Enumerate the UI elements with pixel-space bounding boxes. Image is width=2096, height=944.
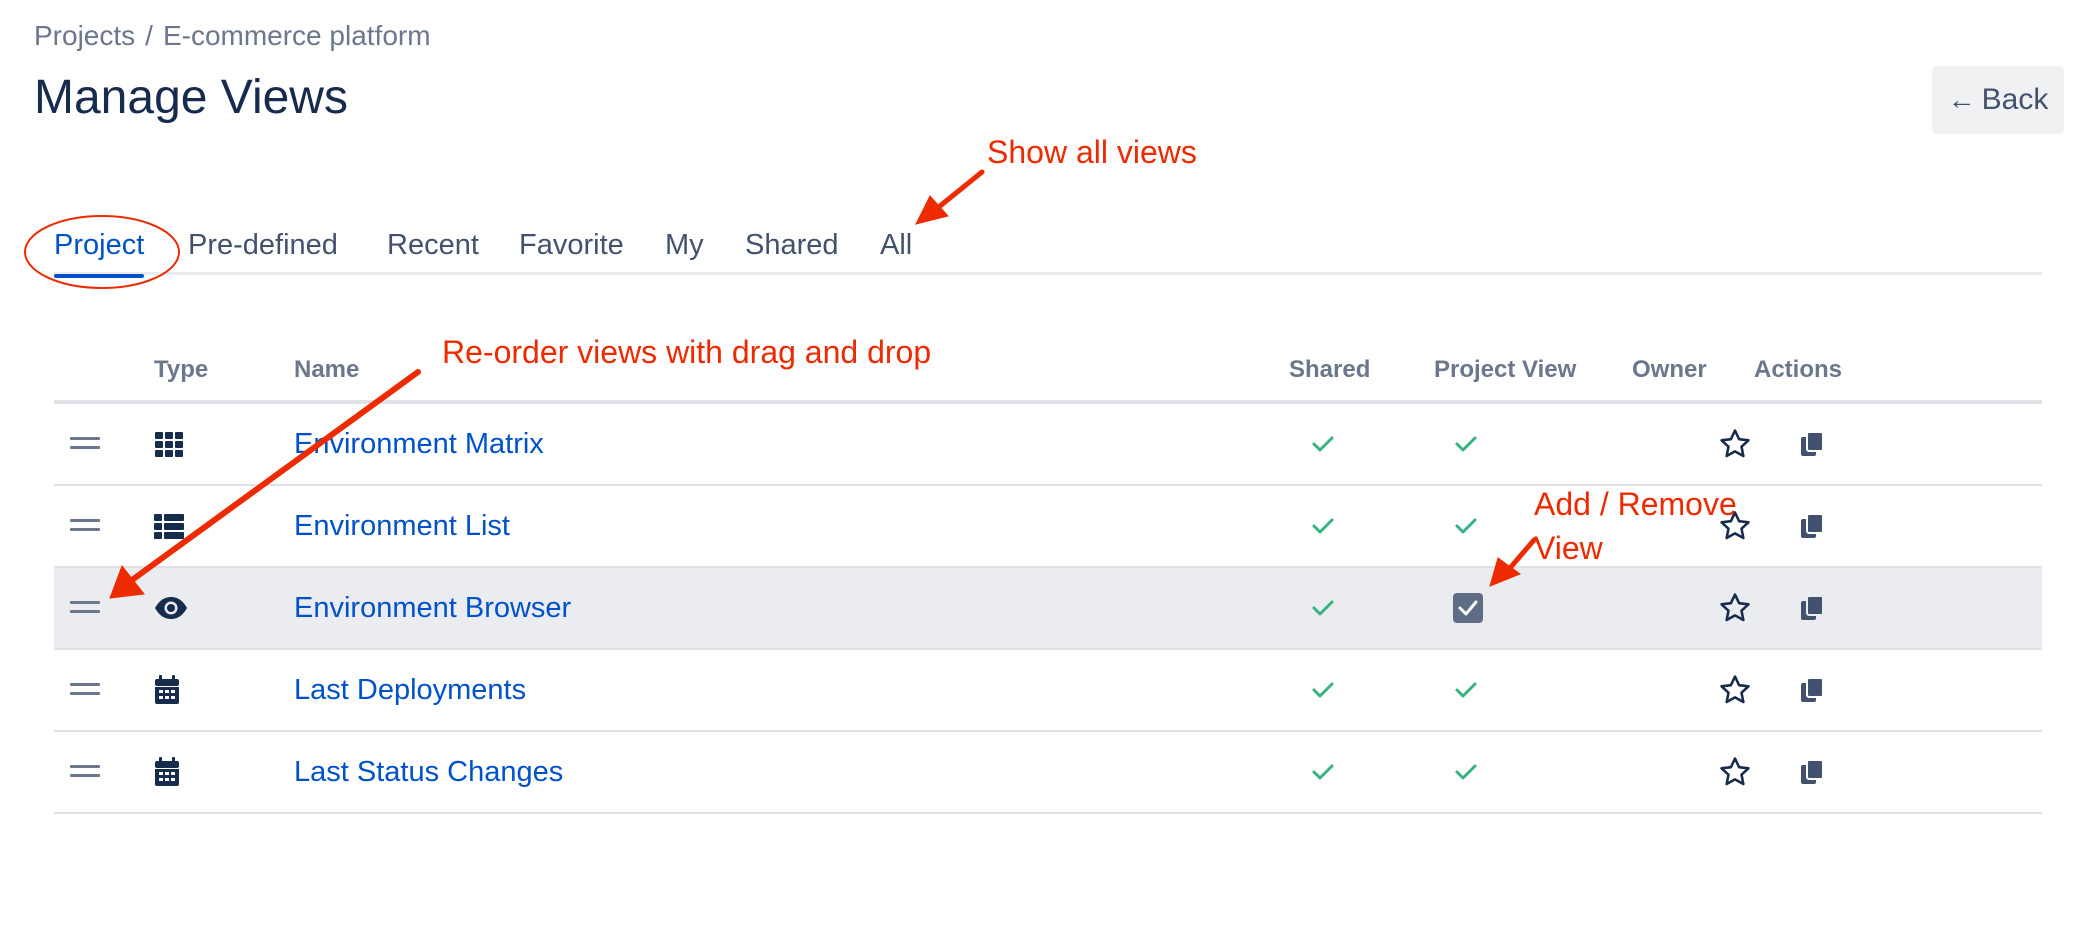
table-row: Last Status Changes xyxy=(54,732,2042,814)
back-arrow-icon: ← xyxy=(1947,84,1976,115)
eye-icon xyxy=(154,568,188,648)
column-header-type: Type xyxy=(154,356,209,383)
annotation-add-remove-line2: View xyxy=(1534,530,1603,566)
view-name-link[interactable]: Last Deployments xyxy=(294,674,526,707)
view-name-link[interactable]: Last Status Changes xyxy=(294,756,563,789)
favorite-star-icon[interactable] xyxy=(1718,650,1752,730)
calendar-icon xyxy=(154,650,180,730)
copy-icon[interactable] xyxy=(1799,650,1825,730)
project-view-check-icon[interactable] xyxy=(1454,404,1478,484)
column-header-owner: Owner xyxy=(1632,356,1707,383)
table-row: Environment Matrix xyxy=(54,404,2042,486)
tab-shared[interactable]: Shared xyxy=(745,228,839,262)
shared-check-icon xyxy=(1311,650,1335,730)
view-name-link[interactable]: Environment Matrix xyxy=(294,428,544,461)
table-header: Type Name Shared Project View Owner Acti… xyxy=(54,352,2042,404)
column-header-name: Name xyxy=(294,356,360,383)
copy-icon[interactable] xyxy=(1799,732,1825,812)
drag-handle-icon[interactable] xyxy=(70,404,102,484)
page-title: Manage Views xyxy=(34,71,348,124)
project-view-check-icon[interactable] xyxy=(1454,486,1478,566)
list-icon xyxy=(154,486,184,566)
back-button-label: Back xyxy=(1981,83,2049,116)
breadcrumb: Projects / E-commerce platform xyxy=(34,20,431,52)
shared-check-icon xyxy=(1311,486,1335,566)
project-view-check-icon[interactable] xyxy=(1454,732,1478,812)
table-row: Last Deployments xyxy=(54,650,2042,732)
drag-handle-icon[interactable] xyxy=(70,568,102,648)
table-row: Environment Browser xyxy=(54,568,2042,650)
calendar-icon xyxy=(154,732,180,812)
shared-check-icon xyxy=(1311,732,1335,812)
grid-icon xyxy=(154,404,184,484)
tab-project[interactable]: Project xyxy=(54,228,145,278)
view-tabs: Project Pre-defined Recent Favorite My S… xyxy=(54,222,2042,278)
favorite-star-icon[interactable] xyxy=(1718,732,1752,812)
column-header-project-view: Project View xyxy=(1434,356,1577,383)
breadcrumb-current-project-link[interactable]: E-commerce platform xyxy=(163,20,431,51)
tab-all[interactable]: All xyxy=(880,228,912,262)
column-header-actions: Actions xyxy=(1754,356,1843,383)
table-row: Environment List xyxy=(54,486,2042,568)
drag-handle-icon[interactable] xyxy=(70,486,102,566)
shared-check-icon xyxy=(1311,568,1335,648)
drag-handle-icon[interactable] xyxy=(70,650,102,730)
view-name-link[interactable]: Environment Browser xyxy=(294,592,571,625)
tab-favorite[interactable]: Favorite xyxy=(519,228,624,262)
tab-pre-defined[interactable]: Pre-defined xyxy=(188,228,338,262)
breadcrumb-separator: / xyxy=(145,20,153,51)
back-button[interactable]: ← Back xyxy=(1932,66,2064,134)
favorite-star-icon[interactable] xyxy=(1718,404,1752,484)
annotation-reorder-views: Re-order views with drag and drop xyxy=(442,334,932,370)
column-header-shared: Shared xyxy=(1289,356,1371,383)
annotation-add-remove-line1: Add / Remove xyxy=(1534,486,1737,522)
show-all-arrow xyxy=(915,169,985,225)
tab-recent[interactable]: Recent xyxy=(387,228,479,262)
copy-icon[interactable] xyxy=(1799,568,1825,648)
favorite-star-icon[interactable] xyxy=(1718,568,1752,648)
copy-icon[interactable] xyxy=(1799,486,1825,566)
view-name-link[interactable]: Environment List xyxy=(294,510,510,543)
project-view-check-icon[interactable] xyxy=(1454,650,1478,730)
breadcrumb-projects-link[interactable]: Projects xyxy=(34,20,135,51)
project-view-checkbox[interactable] xyxy=(1452,568,1484,648)
copy-icon[interactable] xyxy=(1799,404,1825,484)
tab-my[interactable]: My xyxy=(665,228,704,262)
drag-handle-icon[interactable] xyxy=(70,732,102,812)
shared-check-icon xyxy=(1311,404,1335,484)
annotation-show-all-views: Show all views xyxy=(987,134,1197,170)
